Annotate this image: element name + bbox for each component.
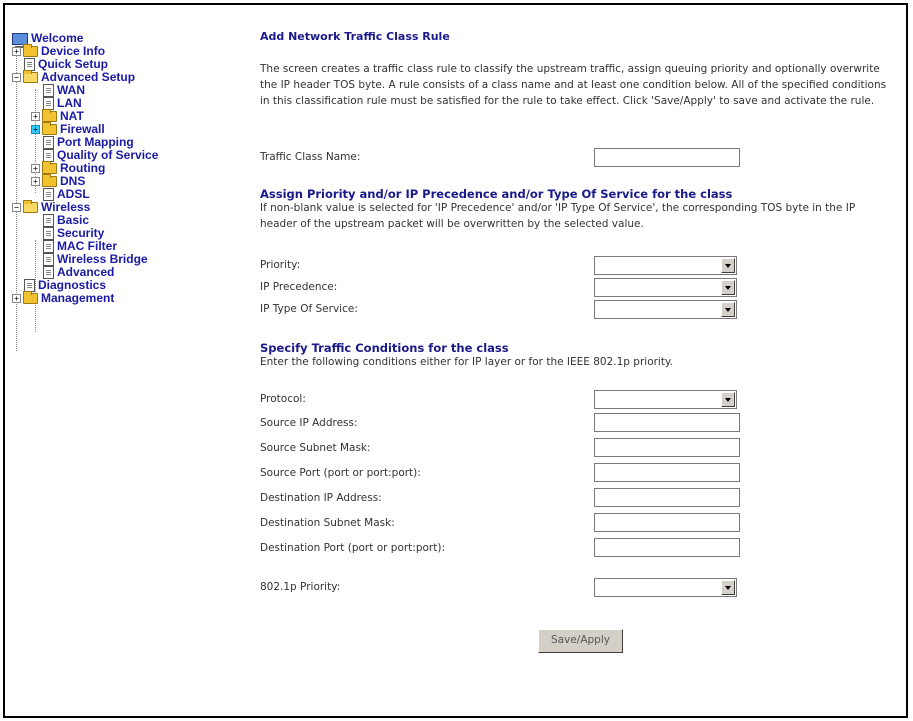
priority-select[interactable]: [594, 256, 737, 275]
expand-icon[interactable]: +: [31, 125, 40, 134]
priority-label: Priority:: [260, 259, 301, 271]
folder-icon: [42, 109, 57, 122]
expand-icon[interactable]: +: [31, 112, 40, 121]
destination-ip-input[interactable]: [594, 488, 740, 507]
expand-icon[interactable]: +: [12, 47, 21, 56]
expand-icon[interactable]: +: [12, 294, 21, 303]
chevron-down-icon[interactable]: [721, 302, 735, 317]
tos-select[interactable]: [594, 300, 737, 319]
collapse-icon[interactable]: −: [12, 73, 21, 82]
class-name-label: Traffic Class Name:: [260, 151, 361, 163]
class-name-input[interactable]: [594, 148, 740, 167]
protocol-select[interactable]: [594, 390, 737, 409]
source-port-label: Source Port (port or port:port):: [260, 467, 421, 479]
chevron-down-icon[interactable]: [721, 580, 735, 595]
folder-icon: [42, 174, 57, 187]
ip-precedence-select[interactable]: [594, 278, 737, 297]
conditions-description: Enter the following conditions either fo…: [260, 356, 674, 368]
sidebar-item-management[interactable]: + Management: [12, 291, 114, 305]
computer-icon: [12, 32, 28, 48]
folder-open-icon: [23, 200, 38, 213]
expand-icon[interactable]: +: [31, 164, 40, 173]
source-ip-input[interactable]: [594, 413, 740, 432]
priority-description: If non-blank value is selected for 'IP P…: [260, 202, 856, 230]
chevron-down-icon[interactable]: [721, 280, 735, 295]
conditions-heading: Specify Traffic Conditions for the class: [260, 341, 509, 355]
destination-mask-input[interactable]: [594, 513, 740, 532]
destination-ip-label: Destination IP Address:: [260, 492, 382, 504]
page-icon: [43, 84, 54, 97]
folder-icon: [42, 122, 57, 135]
chevron-down-icon[interactable]: [721, 392, 735, 407]
priority-heading: Assign Priority and/or IP Precedence and…: [260, 187, 733, 201]
save-apply-button[interactable]: Save/Apply: [538, 629, 623, 653]
folder-icon: [42, 161, 57, 174]
chevron-down-icon[interactable]: [721, 258, 735, 273]
ip-precedence-label: IP Precedence:: [260, 281, 338, 293]
page-icon: [43, 253, 54, 266]
page-icon: [43, 240, 54, 253]
expand-icon[interactable]: +: [31, 177, 40, 186]
destination-mask-label: Destination Subnet Mask:: [260, 517, 395, 529]
page-icon: [43, 136, 54, 149]
page-title: Add Network Traffic Class Rule: [260, 30, 450, 43]
page-icon: [43, 214, 54, 227]
tos-label: IP Type Of Service:: [260, 303, 358, 315]
folder-icon: [23, 291, 38, 304]
source-mask-label: Source Subnet Mask:: [260, 442, 371, 454]
destination-port-input[interactable]: [594, 538, 740, 557]
destination-port-label: Destination Port (port or port:port):: [260, 542, 445, 554]
folder-open-icon: [23, 70, 38, 83]
intro-text: The screen creates a traffic class rule …: [260, 63, 887, 107]
folder-icon: [23, 44, 38, 57]
source-ip-label: Source IP Address:: [260, 417, 358, 429]
dot1p-priority-select[interactable]: [594, 578, 737, 597]
source-mask-input[interactable]: [594, 438, 740, 457]
source-port-input[interactable]: [594, 463, 740, 482]
collapse-icon[interactable]: −: [12, 203, 21, 212]
dot1p-priority-label: 802.1p Priority:: [260, 581, 341, 593]
protocol-label: Protocol:: [260, 393, 306, 405]
page-icon: [43, 227, 54, 240]
